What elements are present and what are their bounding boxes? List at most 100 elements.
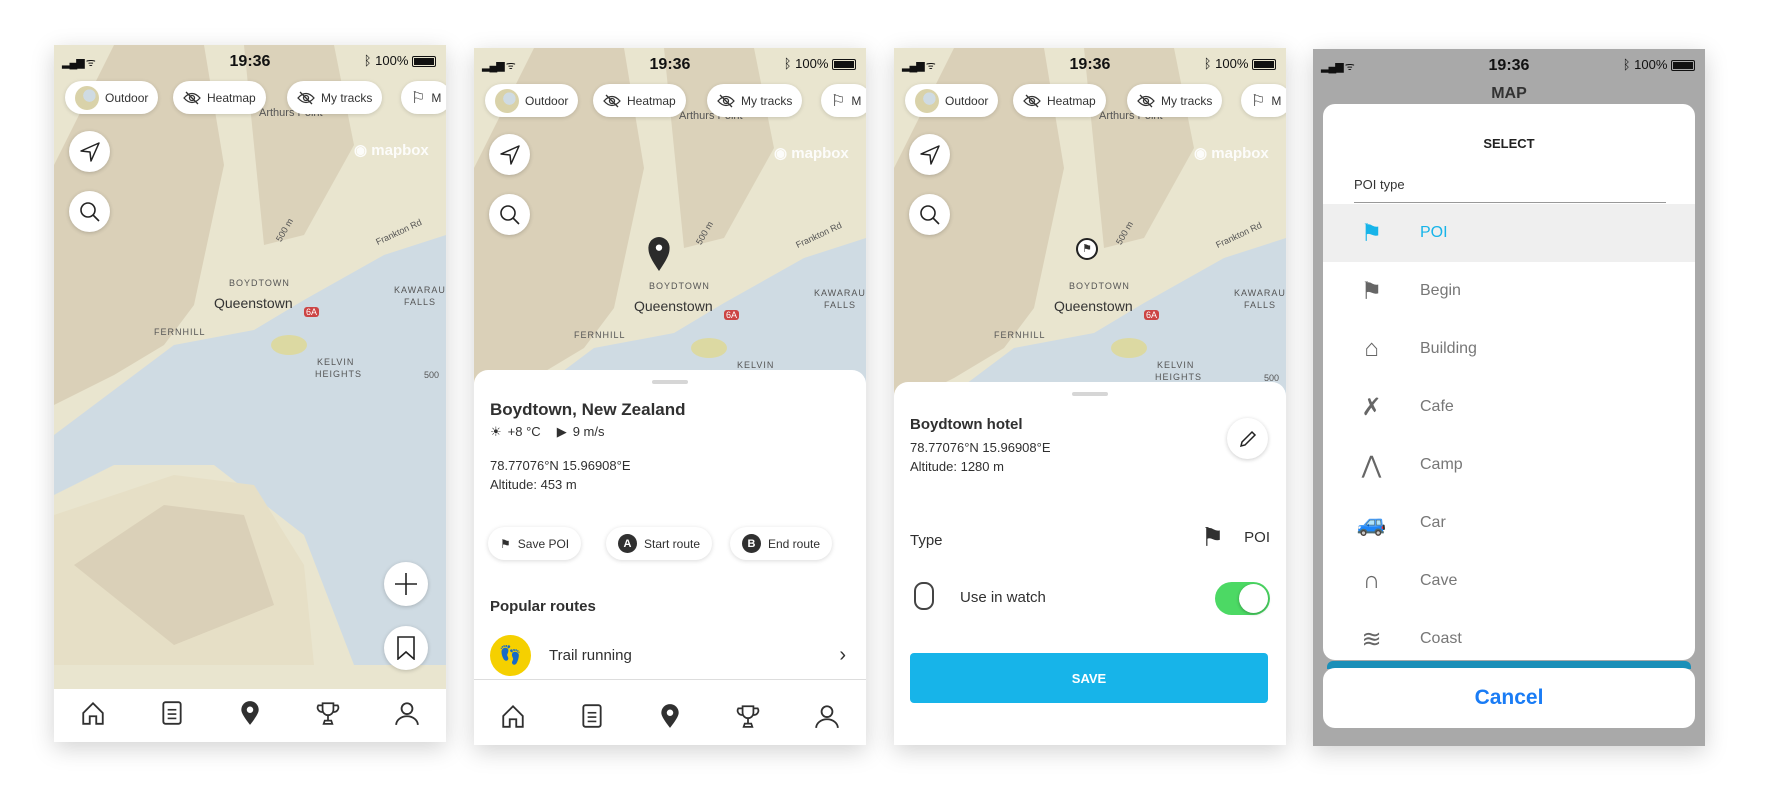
sheet-handle[interactable]: [652, 380, 688, 384]
chip-heatmap[interactable]: Heatmap: [1013, 84, 1106, 117]
option-cafe[interactable]: ✗ Cafe: [1323, 378, 1695, 436]
nav-diary[interactable]: [579, 703, 605, 734]
coordinates: 78.77076°N 15.96908°E: [490, 458, 631, 473]
map-label: KELVIN: [317, 357, 355, 367]
map-label: FERNHILL: [994, 330, 1046, 340]
watch-label: Use in watch: [960, 589, 1046, 606]
phone-screen-select-poi-type: ▂▄▆ ᯤ 19:36 ᛒ 100% MAP SELECT POI type ⚑…: [1313, 49, 1705, 746]
chip-m[interactable]: ⚐ M: [821, 84, 866, 117]
option-coast[interactable]: ≋ Coast: [1323, 610, 1695, 660]
poi-marker-icon[interactable]: ⚑: [1076, 238, 1098, 260]
start-badge: A: [618, 534, 637, 553]
select-sheet: SELECT POI type ⚑ POI ⚑ Begin ⌂ Building ✗ Cafe…: [1323, 104, 1695, 660]
chip-my-tracks[interactable]: My tracks: [1127, 84, 1223, 117]
option-building[interactable]: ⌂ Building: [1323, 320, 1695, 378]
flag-icon: ⚐: [831, 92, 846, 110]
end-badge: B: [742, 534, 761, 553]
flag-icon: ⚐: [1251, 92, 1266, 110]
map-pin-icon: [661, 704, 679, 728]
nav-profile[interactable]: [394, 700, 420, 731]
option-begin[interactable]: ⚑ Begin: [1323, 262, 1695, 320]
option-car[interactable]: 🚙 Car: [1323, 494, 1695, 552]
search-button[interactable]: [69, 191, 110, 232]
poi-name: Boydtown hotel: [910, 416, 1023, 433]
chip-outdoor[interactable]: Outdoor: [905, 84, 999, 117]
diary-icon: [581, 704, 602, 728]
eye-off-icon: [1137, 94, 1155, 107]
chip-my-tracks[interactable]: My tracks: [707, 84, 803, 117]
wind-icon: ▶: [556, 424, 567, 439]
search-icon: [499, 204, 520, 225]
map-label: KAWARAU: [1234, 288, 1286, 298]
search-button[interactable]: [909, 194, 950, 235]
altitude: Altitude: 1280 m: [910, 459, 1004, 474]
locate-button[interactable]: [909, 134, 950, 175]
park-area: [691, 338, 727, 358]
eye-off-icon: [297, 91, 315, 104]
option-camp[interactable]: ⋀ Camp: [1323, 436, 1695, 494]
temperature: +8 °C: [507, 424, 541, 439]
end-route-button[interactable]: B End route: [730, 527, 833, 560]
start-route-button[interactable]: A Start route: [606, 527, 713, 560]
shoe-sole-icon: 👣: [490, 635, 531, 676]
profile-icon: [814, 705, 839, 729]
mapbox-logo: ◉ mapbox: [1194, 145, 1269, 162]
flag-icon: ⚑: [1200, 522, 1225, 552]
watch-icon: [914, 582, 934, 610]
nav-diary[interactable]: [159, 700, 185, 731]
add-button[interactable]: [384, 562, 428, 606]
map-label: HEIGHTS: [1155, 372, 1203, 382]
bookmark-button[interactable]: [384, 626, 428, 670]
chip-heatmap[interactable]: Heatmap: [173, 81, 266, 114]
bottom-nav: [474, 692, 866, 745]
chip-my-tracks[interactable]: My tracks: [287, 81, 383, 114]
option-poi[interactable]: ⚑ POI: [1323, 204, 1695, 262]
wind-speed: 9 m/s: [572, 424, 605, 439]
flag-icon: ⚐: [411, 89, 426, 107]
poi-sheet: Boydtown hotel 78.77076°N 15.96908°E Alt…: [894, 382, 1286, 745]
map-pin-icon[interactable]: [646, 236, 672, 272]
locate-button[interactable]: [69, 131, 110, 172]
battery-icon: [832, 59, 856, 71]
map-label: BOYDTOWN: [229, 278, 290, 288]
chip-outdoor[interactable]: Outdoor: [485, 84, 579, 117]
locate-button[interactable]: [489, 134, 530, 175]
chip-m[interactable]: ⚐ M: [401, 81, 446, 114]
bluetooth-icon: ᛒ: [783, 56, 792, 71]
battery-level: 100%: [375, 53, 409, 68]
nav-map-pin[interactable]: [237, 700, 263, 731]
edit-button[interactable]: [1227, 418, 1268, 459]
save-poi-button[interactable]: ⚑ Save POI: [488, 527, 582, 560]
option-cave[interactable]: ∩ Cave: [1323, 552, 1695, 610]
nav-trophy[interactable]: [735, 703, 761, 734]
chip-outdoor[interactable]: Outdoor: [65, 81, 159, 114]
chip-m[interactable]: ⚐ M: [1241, 84, 1286, 117]
profile-icon: [394, 702, 419, 726]
map-label: KAWARAU: [814, 288, 866, 298]
nav-profile[interactable]: [814, 703, 840, 734]
battery-level: 100%: [1215, 56, 1249, 71]
type-selector[interactable]: ⚑ POI: [1201, 522, 1270, 553]
sheet-handle[interactable]: [1072, 392, 1108, 396]
field-label: POI type: [1354, 177, 1405, 192]
search-button[interactable]: [489, 194, 530, 235]
route-item-trail-running[interactable]: 👣 Trail running ›: [474, 632, 866, 680]
map-style-globe-icon: [915, 88, 939, 113]
type-label: Type: [910, 532, 943, 549]
nav-trophy[interactable]: [315, 700, 341, 731]
nav-map-pin[interactable]: [657, 703, 683, 734]
nav-home[interactable]: [80, 700, 106, 731]
save-button[interactable]: SAVE: [910, 653, 1268, 703]
cancel-button[interactable]: Cancel: [1323, 668, 1695, 728]
bookmark-icon: [397, 636, 415, 660]
home-icon: [82, 701, 104, 725]
flag-plus-icon: ⚑: [500, 536, 511, 551]
battery-level: 100%: [795, 56, 829, 71]
eye-off-icon: [717, 94, 735, 107]
nav-home[interactable]: [500, 703, 526, 734]
chip-heatmap[interactable]: Heatmap: [593, 84, 686, 117]
use-in-watch-toggle[interactable]: [1215, 582, 1270, 615]
screen-header: MAP: [1491, 85, 1527, 102]
map-label: FALLS: [1244, 300, 1277, 310]
chevron-right-icon: ›: [839, 644, 846, 666]
